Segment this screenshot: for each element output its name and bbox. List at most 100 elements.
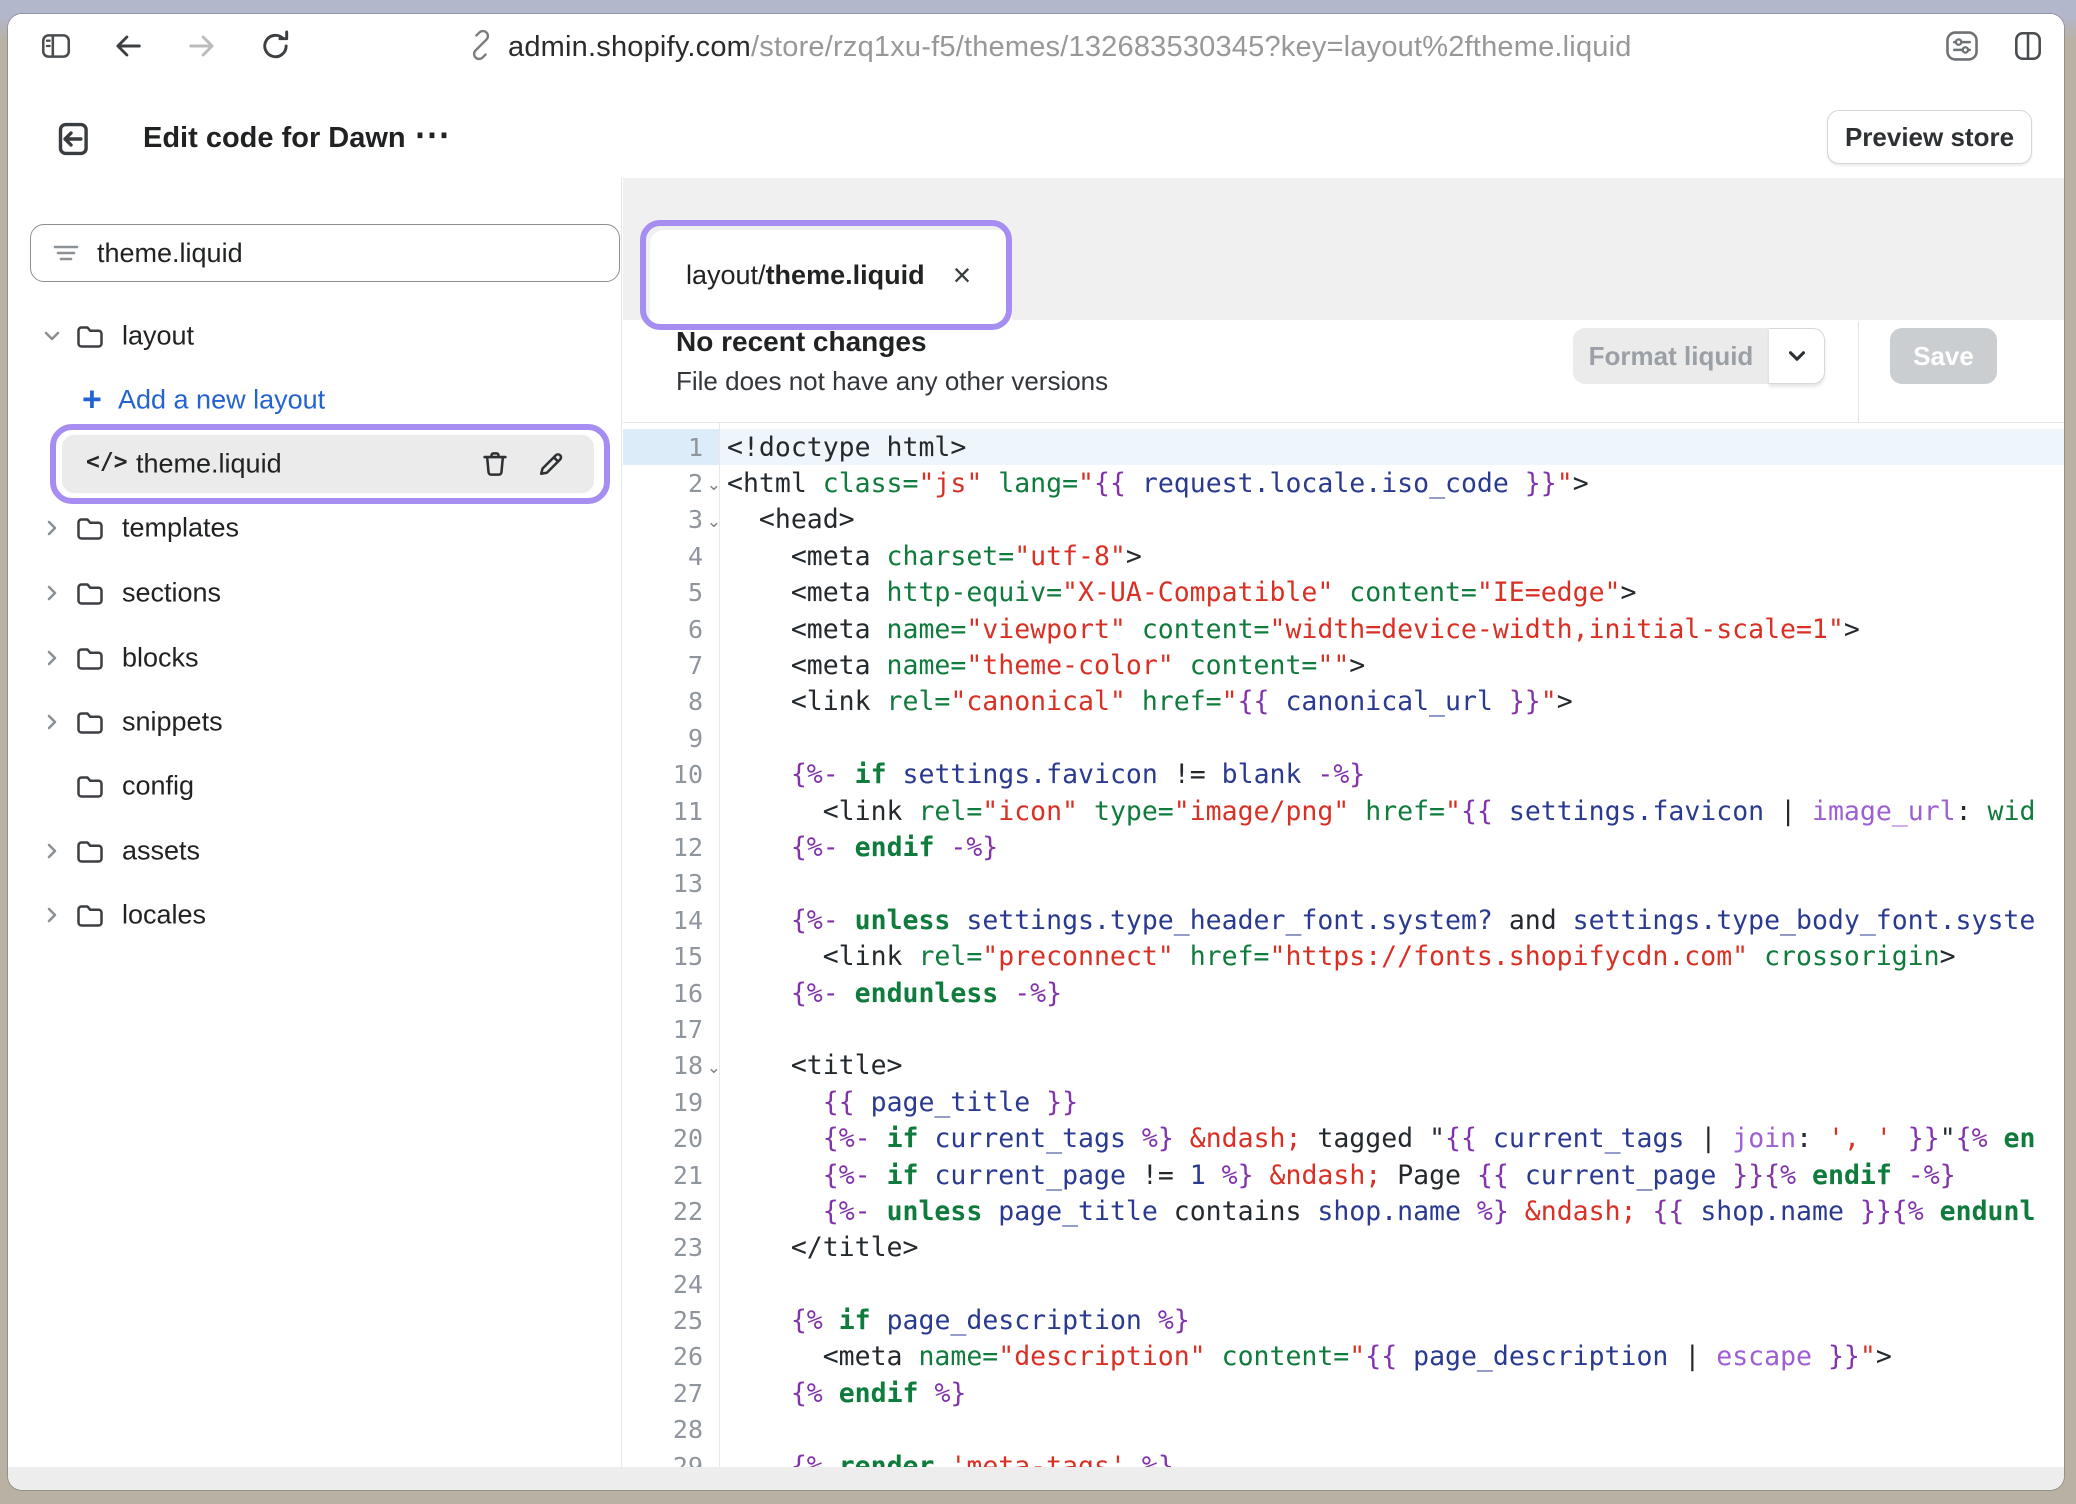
line-number[interactable]: 25 — [623, 1302, 719, 1338]
chevron-right-icon — [40, 646, 64, 670]
status-subtitle: File does not have any other versions — [676, 366, 1108, 397]
browser-settings-icon[interactable] — [1941, 26, 1983, 66]
line-number[interactable]: 22 — [623, 1193, 719, 1229]
sidebar-folder-config[interactable]: config — [8, 764, 614, 808]
forward-button-icon[interactable] — [182, 26, 222, 66]
code-line[interactable]: 24 — [623, 1266, 2064, 1302]
line-number[interactable]: 2⌄ — [623, 465, 719, 501]
code-line-content: <meta name="viewport" content="width=dev… — [719, 614, 1860, 645]
save-button[interactable]: Save — [1890, 328, 1997, 384]
exit-editor-icon[interactable] — [48, 116, 94, 162]
line-number[interactable]: 19 — [623, 1084, 719, 1120]
line-number[interactable]: 6 — [623, 611, 719, 647]
code-line[interactable]: 21 {%- if current_page != 1 %} &ndash; P… — [623, 1157, 2064, 1193]
line-number[interactable]: 3⌄ — [623, 502, 719, 538]
line-number[interactable]: 29 — [623, 1448, 719, 1467]
line-number[interactable]: 8 — [623, 684, 719, 720]
line-number[interactable]: 27 — [623, 1375, 719, 1411]
code-line[interactable]: 11 <link rel="icon" type="image/png" hre… — [623, 793, 2064, 829]
tab-close-icon[interactable]: × — [953, 259, 972, 291]
sidebar-folder-snippets[interactable]: snippets — [8, 700, 614, 744]
line-number[interactable]: 21 — [623, 1157, 719, 1193]
line-number[interactable]: 7 — [623, 647, 719, 683]
code-line-content: {% endif %} — [719, 1378, 966, 1409]
code-line[interactable]: 8 <link rel="canonical" href="{{ canonic… — [623, 684, 2064, 720]
preview-store-button[interactable]: Preview store — [1827, 110, 2032, 164]
add-new-layout-button[interactable]: +Add a new layout — [8, 378, 614, 422]
line-number[interactable]: 13 — [623, 866, 719, 902]
code-line[interactable]: 13 — [623, 866, 2064, 902]
folder-icon-wrap — [74, 513, 106, 543]
code-line[interactable]: 22 {%- unless page_title contains shop.n… — [623, 1193, 2064, 1229]
file-label: theme.liquid — [136, 449, 282, 480]
code-line[interactable]: 9 — [623, 720, 2064, 756]
code-line[interactable]: 25 {% if page_description %} — [623, 1302, 2064, 1338]
code-line[interactable]: 19 {{ page_title }} — [623, 1084, 2064, 1120]
tab-theme-liquid[interactable]: layout/theme.liquid × — [650, 230, 1012, 320]
sidebar-folder-layout[interactable]: layout — [8, 314, 614, 358]
code-line[interactable]: 27 {% endif %} — [623, 1375, 2064, 1411]
code-line[interactable]: 12 {%- endif -%} — [623, 829, 2064, 865]
sidebar-folder-templates[interactable]: templates — [8, 506, 614, 550]
reload-icon[interactable] — [256, 26, 296, 66]
code-line[interactable]: 28 — [623, 1412, 2064, 1448]
code-line[interactable]: 16 {%- endunless -%} — [623, 975, 2064, 1011]
more-actions-button[interactable]: ⋯ — [414, 113, 450, 155]
sidebar-toggle-icon[interactable] — [36, 26, 76, 66]
back-button-icon[interactable] — [108, 26, 148, 66]
code-line[interactable]: 10 {%- if settings.favicon != blank -%} — [623, 757, 2064, 793]
line-number[interactable]: 4 — [623, 538, 719, 574]
sidebar-folder-sections[interactable]: sections — [8, 571, 614, 615]
line-number[interactable]: 24 — [623, 1266, 719, 1302]
code-line[interactable]: 26 <meta name="description" content="{{ … — [623, 1339, 2064, 1375]
code-line[interactable]: 7 <meta name="theme-color" content=""> — [623, 647, 2064, 683]
line-number[interactable]: 15 — [623, 938, 719, 974]
line-number[interactable]: 26 — [623, 1339, 719, 1375]
status-title: No recent changes — [676, 326, 927, 358]
split-view-icon[interactable] — [2008, 26, 2048, 66]
sidebar-file-theme.liquid[interactable]: </>theme.liquid — [8, 435, 614, 493]
sidebar-folder-assets[interactable]: assets — [8, 829, 614, 873]
line-number[interactable]: 28 — [623, 1412, 719, 1448]
rename-file-button[interactable] — [536, 449, 566, 479]
code-line[interactable]: 15 <link rel="preconnect" href="https://… — [623, 938, 2064, 974]
line-number[interactable]: 20 — [623, 1120, 719, 1156]
format-liquid-button[interactable]: Format liquid — [1573, 328, 1769, 384]
line-number[interactable]: 12 — [623, 829, 719, 865]
code-line[interactable]: 29 {% render 'meta-tags' %} — [623, 1448, 2064, 1467]
code-line[interactable]: 2⌄<html class="js" lang="{{ request.loca… — [623, 465, 2064, 501]
line-number[interactable]: 14 — [623, 902, 719, 938]
code-line[interactable]: 18⌄ <title> — [623, 1048, 2064, 1084]
format-liquid-dropdown[interactable] — [1769, 328, 1825, 384]
line-number[interactable]: 11 — [623, 793, 719, 829]
code-line[interactable]: 14 {%- unless settings.type_header_font.… — [623, 902, 2064, 938]
code-line[interactable]: 23 </title> — [623, 1230, 2064, 1266]
folder-icon-wrap — [74, 771, 106, 801]
code-line[interactable]: 6 <meta name="viewport" content="width=d… — [623, 611, 2064, 647]
line-number[interactable]: 23 — [623, 1230, 719, 1266]
code-line[interactable]: 3⌄ <head> — [623, 502, 2064, 538]
sidebar-folder-locales[interactable]: locales — [8, 893, 614, 937]
line-number[interactable]: 17 — [623, 1011, 719, 1047]
code-line[interactable]: 20 {%- if current_tags %} &ndash; tagged… — [623, 1120, 2064, 1156]
line-number[interactable]: 1 — [623, 429, 719, 465]
code-line[interactable]: 5 <meta http-equiv="X-UA-Compatible" con… — [623, 575, 2064, 611]
rename-icon — [536, 449, 566, 479]
code-line[interactable]: 17 — [623, 1011, 2064, 1047]
delete-file-button[interactable] — [480, 449, 510, 479]
code-line-content: <head> — [719, 504, 855, 535]
line-number[interactable]: 10 — [623, 757, 719, 793]
selected-file-item[interactable]: </>theme.liquid — [62, 435, 594, 493]
code-editor[interactable]: 1<!doctype html>2⌄<html class="js" lang=… — [623, 423, 2064, 1467]
folder-label: blocks — [122, 643, 199, 674]
address-bar[interactable]: admin.shopify.com/store/rzq1xu-f5/themes… — [508, 31, 1632, 64]
file-search-input[interactable]: theme.liquid — [30, 224, 620, 282]
line-number[interactable]: 9 — [623, 720, 719, 756]
code-line-content: {%- endunless -%} — [719, 978, 1062, 1009]
code-line[interactable]: 1<!doctype html> — [623, 429, 2064, 465]
line-number[interactable]: 18⌄ — [623, 1048, 719, 1084]
line-number[interactable]: 16 — [623, 975, 719, 1011]
code-line[interactable]: 4 <meta charset="utf-8"> — [623, 538, 2064, 574]
line-number[interactable]: 5 — [623, 575, 719, 611]
sidebar-folder-blocks[interactable]: blocks — [8, 636, 614, 680]
